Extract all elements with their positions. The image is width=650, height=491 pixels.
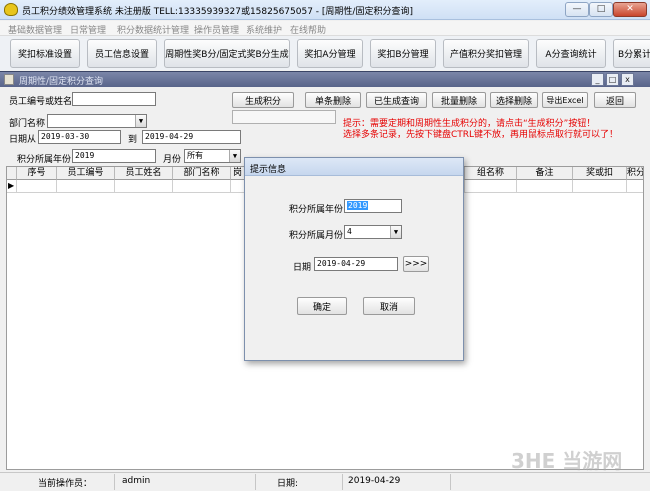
- cancel-button[interactable]: 取消: [363, 297, 415, 315]
- status-bar: 当前操作员： admin 日期: 2019-04-29: [0, 472, 650, 491]
- dialog-date-label: 日期: [293, 263, 312, 273]
- query-generated-button[interactable]: 已生成查询: [366, 92, 427, 108]
- column-header[interactable]: 序号: [17, 167, 57, 180]
- month-select[interactable]: 所有 ▼: [184, 149, 241, 163]
- chevron-down-icon[interactable]: ▼: [229, 150, 240, 162]
- toolbar-employee-button[interactable]: 员工信息设置: [87, 39, 157, 68]
- dialog-year-input[interactable]: 2019: [344, 199, 402, 213]
- date-to-input[interactable]: 2019-04-29: [142, 130, 241, 144]
- table-cell[interactable]: [231, 180, 245, 192]
- toolbar-a-stats-button[interactable]: A分查询统计: [536, 39, 606, 68]
- toolbar-standards-button[interactable]: 奖扣标准设置: [10, 39, 80, 68]
- column-header[interactable]: 员工姓名: [115, 167, 173, 180]
- maximize-button[interactable]: □: [589, 2, 613, 17]
- date-picker-button[interactable]: >>>: [403, 256, 429, 272]
- menu-stats[interactable]: 积分数据统计管理: [117, 23, 189, 36]
- back-button[interactable]: 返回: [594, 92, 636, 108]
- subwindow-title-bar: 周期性/固定积分查询 _ □ x: [0, 71, 650, 87]
- menu-basic-data[interactable]: 基础数据管理: [8, 23, 62, 36]
- subwindow-title: 周期性/固定积分查询: [19, 77, 104, 87]
- status-divider: [342, 474, 343, 490]
- progress-bar: [232, 110, 336, 124]
- subwindow-maximize-button[interactable]: □: [606, 73, 619, 86]
- month-value: 所有: [187, 151, 203, 160]
- dialog-title: 提示信息: [250, 165, 287, 175]
- dialog-date-input[interactable]: 2019-04-29: [314, 257, 398, 271]
- date-from-input[interactable]: 2019-03-30: [38, 130, 121, 144]
- dept-label: 部门名称: [9, 119, 46, 129]
- watermark-logo: 3HE 当游网: [511, 449, 623, 473]
- dialog-title-bar: 提示信息: [245, 158, 463, 176]
- employee-input[interactable]: [72, 92, 156, 106]
- date-from-label: 日期从: [9, 135, 37, 145]
- status-date-value: 2019-04-29: [348, 476, 401, 486]
- column-header[interactable]: 岗: [231, 167, 245, 180]
- window-title: 员工积分绩效管理系统 未注册版 TELL:13335939327或1582567…: [22, 7, 413, 17]
- export-excel-button[interactable]: 导出Excel: [542, 92, 588, 108]
- status-divider: [255, 474, 256, 490]
- chevron-down-icon[interactable]: ▼: [390, 226, 401, 238]
- employee-label: 员工编号或姓名: [9, 97, 73, 107]
- menu-daily[interactable]: 日常管理: [70, 23, 106, 36]
- dialog-month-label: 积分所属月份: [289, 231, 344, 241]
- row-indicator-header: [7, 167, 17, 180]
- table-cell[interactable]: [573, 180, 627, 192]
- year-label: 积分所属年份: [17, 155, 72, 165]
- delete-single-button[interactable]: 单条删除: [305, 92, 361, 108]
- select-delete-button[interactable]: 选择删除: [490, 92, 538, 108]
- dept-select[interactable]: ▼: [47, 114, 147, 128]
- prompt-dialog: 提示信息 积分所属年份 2019 积分所属月份 4 ▼ 日期 2019-04-2…: [244, 157, 464, 361]
- year-input[interactable]: 2019: [72, 149, 156, 163]
- minimize-button[interactable]: —: [565, 2, 589, 17]
- column-header[interactable]: 备注: [517, 167, 573, 180]
- dialog-month-value: 4: [347, 227, 352, 236]
- operator-value: admin: [122, 476, 151, 486]
- form-icon: [4, 74, 14, 85]
- status-date-label: 日期:: [277, 479, 299, 489]
- column-header[interactable]: 组名称: [465, 167, 517, 180]
- toolbar-output-button[interactable]: 产值积分奖扣管理: [443, 39, 529, 68]
- toolbar-periodic-button[interactable]: 周期性奖B分/固定式奖B分生成: [164, 39, 290, 68]
- menu-operators[interactable]: 操作员管理: [194, 23, 239, 36]
- menu-bar: 基础数据管理 日常管理 积分数据统计管理 操作员管理 系统维护 在线帮助: [0, 21, 650, 36]
- table-cell[interactable]: [17, 180, 57, 192]
- column-header[interactable]: 员工编号: [57, 167, 115, 180]
- column-header[interactable]: 部门名称: [173, 167, 231, 180]
- title-bar: 员工积分绩效管理系统 未注册版 TELL:13335939327或1582567…: [0, 0, 650, 20]
- column-header[interactable]: 积分: [627, 167, 643, 180]
- toolbar-b-score-button[interactable]: 奖扣B分管理: [370, 39, 436, 68]
- column-header[interactable]: 奖或扣: [573, 167, 627, 180]
- app-icon: [4, 3, 18, 16]
- batch-delete-button[interactable]: 批量删除: [432, 92, 486, 108]
- table-cell: [7, 180, 17, 192]
- subwindow-minimize-button[interactable]: _: [591, 73, 604, 86]
- subwindow-close-button[interactable]: x: [621, 73, 634, 86]
- toolbar-a-score-button[interactable]: 奖扣A分管理: [297, 39, 363, 68]
- generate-button[interactable]: 生成积分: [232, 92, 294, 108]
- table-cell[interactable]: [115, 180, 173, 192]
- close-button[interactable]: ✕: [613, 2, 647, 17]
- status-divider: [114, 474, 115, 490]
- hint-multiselect: 选择多条记录，先按下键盘CTRL键不放，再用鼠标点取行就可以了！: [343, 130, 619, 140]
- dialog-year-value: 2019: [347, 201, 369, 210]
- dialog-year-label: 积分所属年份: [289, 205, 344, 215]
- chevron-down-icon[interactable]: ▼: [135, 115, 146, 127]
- dialog-month-select[interactable]: 4 ▼: [344, 225, 402, 239]
- table-cell[interactable]: [173, 180, 231, 192]
- menu-help[interactable]: 在线帮助: [290, 23, 326, 36]
- menu-maintenance[interactable]: 系统维护: [246, 23, 282, 36]
- table-cell[interactable]: [57, 180, 115, 192]
- month-label: 月份: [163, 155, 182, 165]
- toolbar-b-total-button[interactable]: B分累计: [613, 39, 650, 68]
- operator-label: 当前操作员：: [38, 479, 93, 489]
- status-divider: [450, 474, 451, 490]
- table-cell[interactable]: [465, 180, 517, 192]
- date-to-label: 到: [128, 135, 138, 145]
- ok-button[interactable]: 确定: [297, 297, 347, 315]
- toolbar: 奖扣标准设置 员工信息设置 周期性奖B分/固定式奖B分生成 奖扣A分管理 奖扣B…: [0, 36, 650, 70]
- table-cell[interactable]: [517, 180, 573, 192]
